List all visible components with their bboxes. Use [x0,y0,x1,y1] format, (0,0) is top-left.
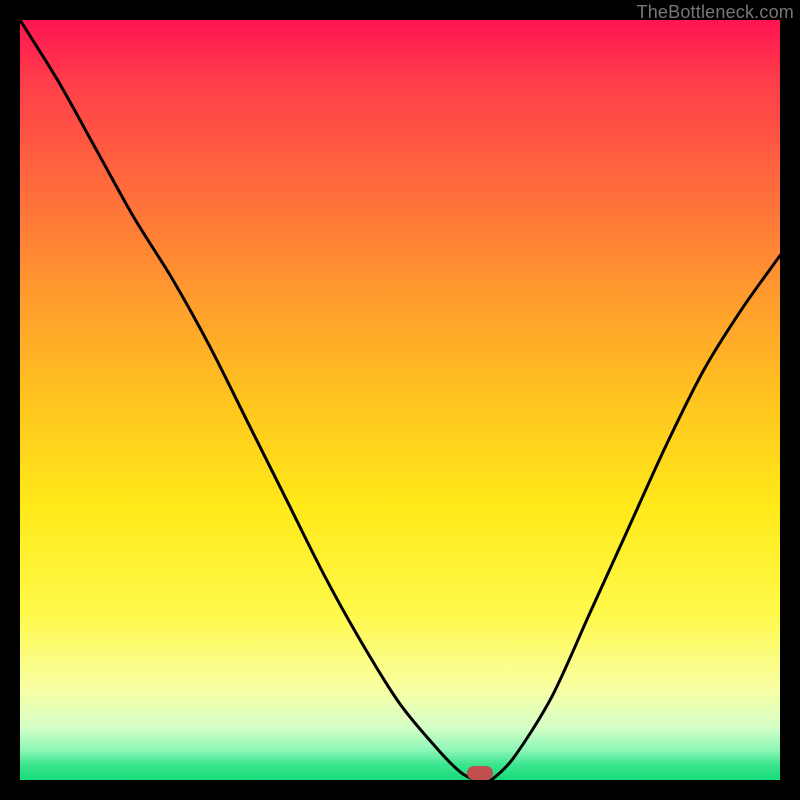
curve-layer [20,20,780,780]
plot-area [20,20,780,780]
optimal-point-marker [467,766,493,780]
chart-container: TheBottleneck.com [0,0,800,800]
bottleneck-curve [20,20,780,780]
